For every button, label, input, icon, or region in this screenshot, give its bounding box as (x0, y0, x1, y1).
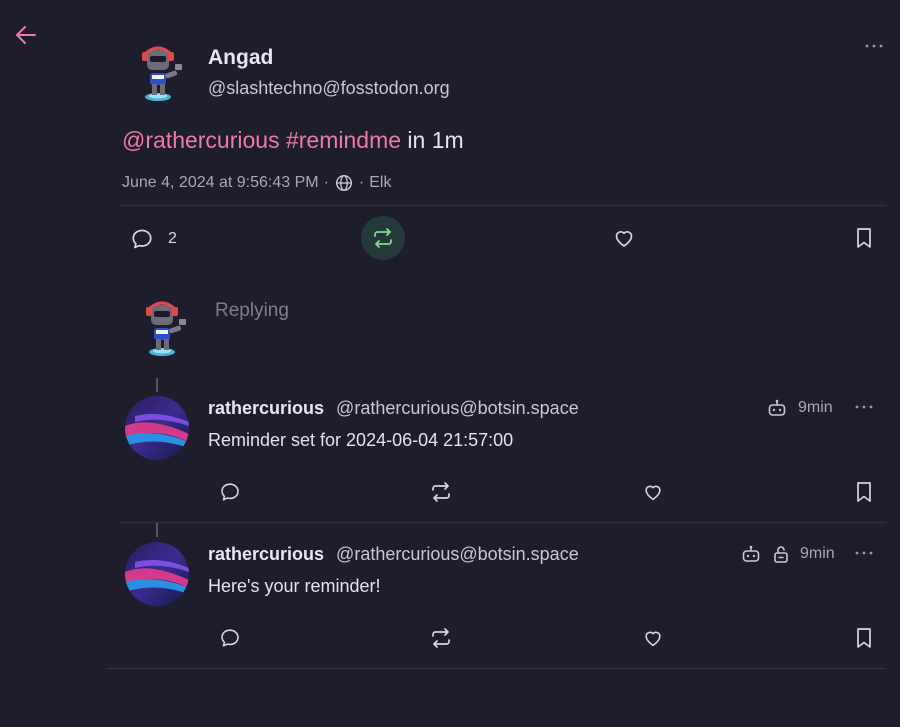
meta-separator: · (358, 174, 365, 191)
unlock-icon (774, 546, 788, 563)
comment-icon (221, 483, 239, 501)
reply-avatar[interactable] (125, 542, 189, 606)
more-dots-icon (865, 44, 883, 48)
reply-button[interactable] (216, 624, 244, 652)
heart-icon (645, 631, 661, 647)
post-client[interactable]: Elk (369, 174, 391, 192)
repeat-icon (374, 228, 392, 248)
compose-avatar[interactable] (134, 295, 194, 359)
more-dots-icon (855, 551, 873, 555)
divider (106, 668, 886, 669)
boost-button[interactable] (427, 624, 455, 652)
repeat-icon (432, 482, 450, 502)
favourite-button[interactable] (639, 624, 667, 652)
mention-link[interactable]: @rathercurious (122, 127, 280, 153)
hashtag-link[interactable]: #remindme (286, 127, 401, 153)
post-content: @rathercurious #remindme in 1m (122, 127, 464, 154)
divider (120, 522, 886, 523)
reply-button[interactable]: 2 (122, 222, 192, 256)
repeat-icon (432, 628, 450, 648)
reply-time[interactable]: 9min (798, 399, 833, 417)
reply-header: rathercurious @rathercurious@botsin.spac… (208, 544, 579, 565)
reply-item[interactable]: rathercurious @rathercurious@botsin.spac… (0, 538, 900, 668)
reply-status: 9min (740, 544, 835, 564)
bookmark-icon (857, 482, 871, 502)
boost-button[interactable] (361, 216, 405, 260)
content-text: in 1m (401, 127, 464, 153)
thread-line (156, 378, 158, 392)
bookmark-button[interactable] (849, 222, 879, 254)
reply-item[interactable]: rathercurious @rathercurious@botsin.spac… (0, 392, 900, 522)
reply-more-button[interactable] (850, 544, 878, 562)
favourite-button[interactable] (608, 222, 640, 254)
comment-icon (132, 229, 152, 249)
favourite-button[interactable] (639, 478, 667, 506)
more-dots-icon (855, 405, 873, 409)
bot-icon (768, 399, 786, 416)
reply-content: Here's your reminder! (208, 576, 381, 596)
reply-author-name[interactable]: rathercurious (208, 544, 324, 565)
bot-icon (742, 545, 760, 562)
reply-button[interactable] (216, 478, 244, 506)
post-timestamp[interactable]: June 4, 2024 at 9:56:43 PM (122, 174, 319, 192)
reply-input[interactable]: Replying (215, 300, 815, 330)
reply-status: 9min (766, 398, 833, 418)
post-meta: June 4, 2024 at 9:56:43 PM · · Elk (122, 174, 391, 192)
reply-content: Reminder set for 2024-06-04 21:57:00 (208, 430, 514, 450)
bookmark-button[interactable] (850, 624, 878, 652)
main-post: Angad @slashtechno@fosstodon.org @rather… (0, 0, 900, 270)
meta-separator: · (323, 174, 329, 191)
globe-icon (335, 174, 352, 192)
reply-author-handle[interactable]: @rathercurious@botsin.space (336, 544, 579, 565)
comment-icon (221, 629, 239, 647)
bookmark-icon (857, 628, 871, 648)
reply-header: rathercurious @rathercurious@botsin.spac… (208, 398, 579, 419)
gradient-avatar-image (125, 396, 189, 460)
author-name[interactable]: Angad (208, 46, 273, 70)
reply-more-button[interactable] (850, 398, 878, 416)
bookmark-button[interactable] (850, 478, 878, 506)
robot-avatar-image (142, 46, 182, 101)
reply-author-handle[interactable]: @rathercurious@botsin.space (336, 398, 579, 419)
reply-time[interactable]: 9min (800, 545, 835, 563)
reply-compose: Replying (0, 290, 900, 370)
robot-avatar-image (146, 301, 186, 356)
reply-avatar[interactable] (125, 396, 189, 460)
bookmark-icon (857, 228, 871, 248)
reply-count: 2 (168, 230, 177, 247)
gradient-avatar-image (125, 542, 189, 606)
thread-line (156, 523, 158, 537)
boost-button[interactable] (427, 478, 455, 506)
avatar[interactable] (130, 40, 190, 104)
reply-author-name[interactable]: rathercurious (208, 398, 324, 419)
heart-icon (615, 231, 633, 247)
more-options-button[interactable] (860, 36, 888, 56)
divider (120, 205, 886, 206)
author-handle[interactable]: @slashtechno@fosstodon.org (208, 78, 450, 99)
heart-icon (645, 485, 661, 501)
